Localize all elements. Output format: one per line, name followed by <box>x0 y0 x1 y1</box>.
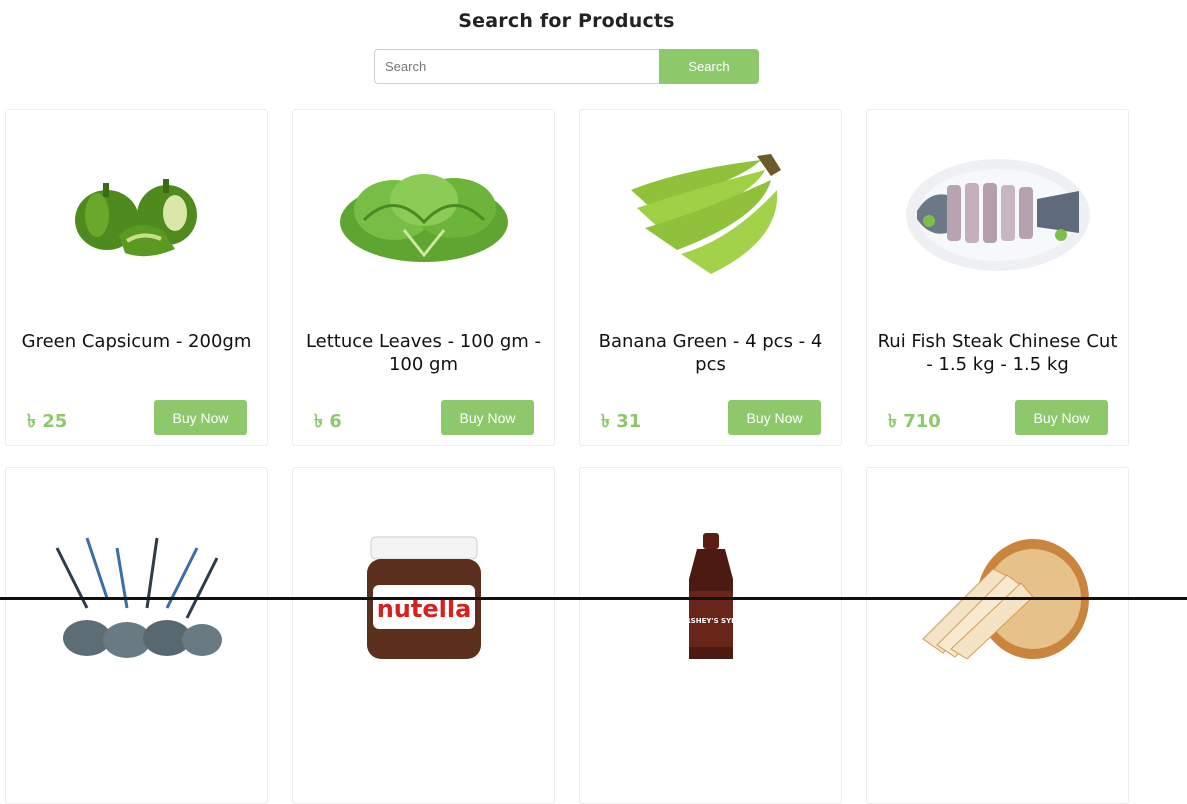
product-image-lettuce[interactable] <box>293 110 554 320</box>
product-image-green-capsicum[interactable] <box>6 110 267 320</box>
product-title[interactable]: Banana Green - 4 pcs - 4 pcs <box>590 330 831 376</box>
product-price: ৳ 25 <box>27 411 68 432</box>
product-title[interactable]: Green Capsicum - 200gm <box>16 330 257 353</box>
product-image-prawns[interactable] <box>6 468 267 678</box>
hersheys-logo-text: HERSHEY'S SYRUP <box>674 617 747 625</box>
search-bar: Search <box>374 49 759 84</box>
product-image-nutella-jar[interactable]: nutella <box>293 468 554 678</box>
product-image-hersheys-syrup[interactable]: HERSHEY'S SYRUP <box>580 468 841 678</box>
product-card: Lettuce Leaves - 100 gm - 100 gm ৳ 6 Buy… <box>292 109 555 446</box>
product-card: nutella <box>292 467 555 804</box>
product-grid: Green Capsicum - 200gm ৳ 25 Buy Now Lett… <box>5 109 1129 804</box>
product-card: HERSHEY'S SYRUP <box>579 467 842 804</box>
product-card <box>866 467 1129 804</box>
product-price: ৳ 710 <box>888 411 941 432</box>
product-price: ৳ 6 <box>314 411 342 432</box>
product-image-bread-loaf[interactable] <box>867 468 1128 678</box>
product-card: Rui Fish Steak Chinese Cut - 1.5 kg - 1.… <box>866 109 1129 446</box>
page-title: Search for Products <box>458 10 675 32</box>
buy-now-button[interactable]: Buy Now <box>1015 400 1108 435</box>
product-image-fish-steak[interactable] <box>867 110 1128 320</box>
buy-now-button[interactable]: Buy Now <box>154 400 247 435</box>
product-image-green-banana[interactable] <box>580 110 841 320</box>
search-input[interactable] <box>374 49 659 84</box>
product-price: ৳ 31 <box>601 411 642 432</box>
buy-now-button[interactable]: Buy Now <box>441 400 534 435</box>
buy-now-button[interactable]: Buy Now <box>728 400 821 435</box>
product-title[interactable]: Lettuce Leaves - 100 gm - 100 gm <box>303 330 544 376</box>
product-card: Banana Green - 4 pcs - 4 pcs ৳ 31 Buy No… <box>579 109 842 446</box>
product-card <box>5 467 268 804</box>
search-button[interactable]: Search <box>659 49 759 84</box>
product-card: Green Capsicum - 200gm ৳ 25 Buy Now <box>5 109 268 446</box>
product-title[interactable]: Rui Fish Steak Chinese Cut - 1.5 kg - 1.… <box>877 330 1118 376</box>
